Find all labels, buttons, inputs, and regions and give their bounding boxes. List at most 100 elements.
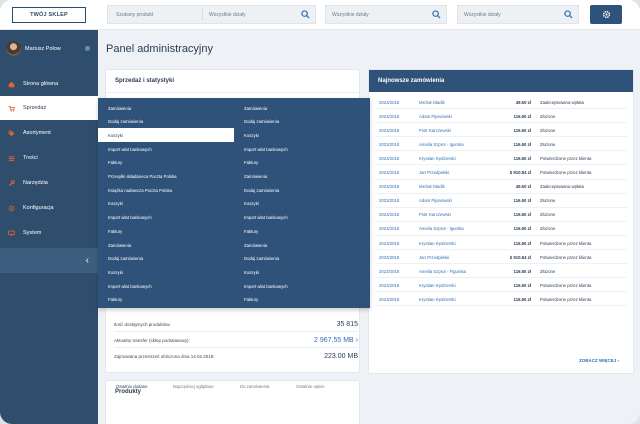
- sidebar-item-system[interactable]: System: [0, 221, 98, 245]
- menu-item[interactable]: Koszyki: [234, 265, 370, 279]
- search-icon[interactable]: [432, 10, 441, 19]
- menu-item[interactable]: Dodaj zamówienia: [234, 115, 370, 129]
- menu-item[interactable]: Dodaj zamówienia: [98, 115, 234, 129]
- menu-item[interactable]: Zamówienia: [234, 101, 370, 115]
- order-row[interactable]: 2023/2018 Adam Pijanowski 116.50 zł Złożone: [375, 109, 627, 124]
- tab-to-order[interactable]: Do zamówienia: [240, 384, 269, 389]
- menu-item[interactable]: Import wlat bankowych: [234, 142, 370, 156]
- order-row[interactable]: 2023/2018 Adam Pijanowski 116.50 zł Złożone: [375, 194, 627, 208]
- menu-item[interactable]: Przesyłki składaneca Poczta Polska: [98, 170, 234, 184]
- menu-item[interactable]: Faktury: [234, 156, 370, 170]
- customer-name[interactable]: Amelia Szprot - Igurska: [419, 226, 464, 231]
- settings-button[interactable]: [590, 5, 622, 24]
- search-icon[interactable]: [301, 10, 310, 19]
- customer-name[interactable]: Piotr Karczewski: [419, 212, 451, 217]
- menu-item[interactable]: Import wlat bankowych: [98, 211, 234, 225]
- order-number[interactable]: 2023/2018: [379, 283, 399, 288]
- menu-item[interactable]: Dodaj zamówienia: [234, 252, 370, 266]
- menu-item[interactable]: Zamówienia: [98, 101, 234, 115]
- order-row[interactable]: 2023/2018 Amelia Szprot - Figurska 116.50 …: [375, 264, 627, 279]
- customer-name[interactable]: Adam Pijanowski: [419, 114, 452, 119]
- order-row[interactable]: 2023/2018 Piotr Karczewski 116.50 zł Złożon…: [375, 123, 627, 138]
- menu-item[interactable]: Import wlat bankowych: [98, 279, 234, 293]
- order-row[interactable]: 2023/2018 Krystian Kędzierski 116.50 zł Pot…: [375, 151, 627, 166]
- menu-item[interactable]: Faktury: [98, 156, 234, 170]
- order-number[interactable]: 2023/2018: [379, 269, 399, 274]
- menu-item[interactable]: Zamówienia: [234, 170, 370, 184]
- collapse-sidebar-button[interactable]: ‹: [0, 248, 98, 273]
- category-select[interactable]: Wszystkie działy: [332, 12, 369, 18]
- menu-item[interactable]: Dodaj zamówienia: [234, 183, 370, 197]
- customer-name[interactable]: Piotr Karczewski: [419, 128, 451, 133]
- tab-most-viewed[interactable]: Najczęściej oglądane: [173, 384, 214, 389]
- tab-recently-added[interactable]: Ostatnio dodane: [116, 384, 148, 389]
- menu-item[interactable]: Faktury: [234, 224, 370, 238]
- order-row[interactable]: 2023/2018 Krystian Kędzierski 116.50 zł Pot…: [375, 278, 627, 293]
- see-more-link[interactable]: ZOBACZ WIĘCEJ ›: [579, 358, 619, 363]
- search-icon[interactable]: [564, 10, 573, 19]
- customer-name[interactable]: Michał Gładik: [419, 184, 445, 189]
- customer-name[interactable]: Amelia Szprot - Igurska: [419, 142, 464, 147]
- order-number[interactable]: 2023/2018: [379, 114, 399, 119]
- order-number[interactable]: 2023/2018: [379, 100, 399, 105]
- menu-item[interactable]: Koszyki: [98, 197, 234, 211]
- menu-item[interactable]: Import wlat bankowych: [98, 142, 234, 156]
- menu-item[interactable]: Faktury: [98, 293, 234, 307]
- tab-latest-reviews[interactable]: Ostatnie opinie: [296, 384, 325, 389]
- order-number[interactable]: 2023/2018: [379, 156, 399, 161]
- sidebar-item-sales[interactable]: Sprzedaż: [0, 96, 98, 120]
- shop-button[interactable]: TWÓJ SKLEP: [12, 7, 86, 23]
- order-row[interactable]: 2023/2018 Krystian Kędzierski 116.50 zł Pot…: [375, 292, 627, 307]
- order-number[interactable]: 2023/2018: [379, 198, 399, 203]
- menu-item[interactable]: Koszyki: [98, 265, 234, 279]
- order-row[interactable]: 2023/2018 Piotr Karczewski 116.50 zł Złożon…: [375, 208, 627, 222]
- menu-item[interactable]: Koszyki: [234, 128, 370, 142]
- order-row[interactable]: 2023/2018 Jan Przedpełski $ 910.84 zł Potwi…: [375, 166, 627, 180]
- menu-item[interactable]: Faktury: [98, 224, 234, 238]
- menu-item[interactable]: Dodaj zamówienia: [98, 252, 234, 266]
- sidebar-item-configuration[interactable]: Konfiguracja: [0, 196, 98, 220]
- order-number[interactable]: 2023/2018: [379, 142, 399, 147]
- menu-item[interactable]: Koszyki: [98, 128, 234, 142]
- customer-name[interactable]: Krystian Kędzierski: [419, 241, 456, 246]
- menu-item[interactable]: Książka nadawcza Poczta Polska: [98, 183, 234, 197]
- customer-name[interactable]: Amelia Szprot - Figurska: [419, 269, 466, 274]
- order-number[interactable]: 2023/2018: [379, 128, 399, 133]
- order-row[interactable]: 2023/2018 Amelia Szprot - Igurska 116.50 z…: [375, 137, 627, 152]
- order-row[interactable]: 2023/2018 Krystian Kędzierski 116.50 zł Pot…: [375, 236, 627, 250]
- menu-item[interactable]: Import wlat bankowych: [234, 211, 370, 225]
- menu-item[interactable]: Koszyki: [234, 197, 370, 211]
- category-select[interactable]: Wszystkie działy: [464, 12, 501, 18]
- customer-name[interactable]: Michał Gładik: [419, 100, 445, 105]
- sidebar-item-assortment[interactable]: Asortyment: [0, 121, 98, 145]
- product-search-input[interactable]: Szukany produkt: [116, 12, 153, 18]
- sidebar-item-content[interactable]: Treści: [0, 146, 98, 170]
- customer-name[interactable]: Krystian Kędzierski: [419, 156, 456, 161]
- customer-name[interactable]: Adam Pijanowski: [419, 198, 452, 203]
- order-number[interactable]: 2023/2018: [379, 170, 399, 175]
- order-row[interactable]: 2023/2018 Jan Przedpełski $ 910.84 zł Potwi…: [375, 250, 627, 265]
- category-select[interactable]: Wszystkie działy: [209, 12, 246, 18]
- order-row[interactable]: 2023/2018 Michał Gładik 49.50 zł Zaakceptow…: [375, 95, 627, 109]
- customer-name[interactable]: Jan Przedpełski: [419, 170, 449, 175]
- stat-value-link[interactable]: 2 967.55 MB ›: [314, 337, 358, 344]
- order-number[interactable]: 2023/2018: [379, 297, 399, 302]
- order-row[interactable]: 2023/2018 Amelia Szprot - Igurska 116.50 z…: [375, 222, 627, 236]
- order-number[interactable]: 2023/2018: [379, 212, 399, 217]
- menu-item[interactable]: Zamówienia: [234, 238, 370, 252]
- menu-item[interactable]: Zamówienia: [98, 238, 234, 252]
- sidebar-item-tools[interactable]: Narzędzia: [0, 171, 98, 195]
- order-number[interactable]: 2023/2018: [379, 255, 399, 260]
- stat-row[interactable]: Aktualny transfer (sklep podstawowy): 2 …: [114, 333, 358, 348]
- customer-name[interactable]: Krystian Kędzierski: [419, 283, 456, 288]
- customer-name[interactable]: Jan Przedpełski: [419, 255, 449, 260]
- order-number[interactable]: 2023/2018: [379, 226, 399, 231]
- menu-item[interactable]: Import wlat bankowych: [234, 279, 370, 293]
- order-number[interactable]: 2023/2018: [379, 184, 399, 189]
- order-number[interactable]: 2023/2018: [379, 241, 399, 246]
- menu-item[interactable]: Faktury: [234, 293, 370, 307]
- sidebar-item-home[interactable]: Strona główna: [0, 72, 98, 96]
- user-profile[interactable]: Mariusz Polow: [0, 30, 98, 70]
- customer-name[interactable]: Krystian Kędzierski: [419, 297, 456, 302]
- order-row[interactable]: 2023/2018 Michał Gładik 49.50 zł Zaakceptow…: [375, 180, 627, 194]
